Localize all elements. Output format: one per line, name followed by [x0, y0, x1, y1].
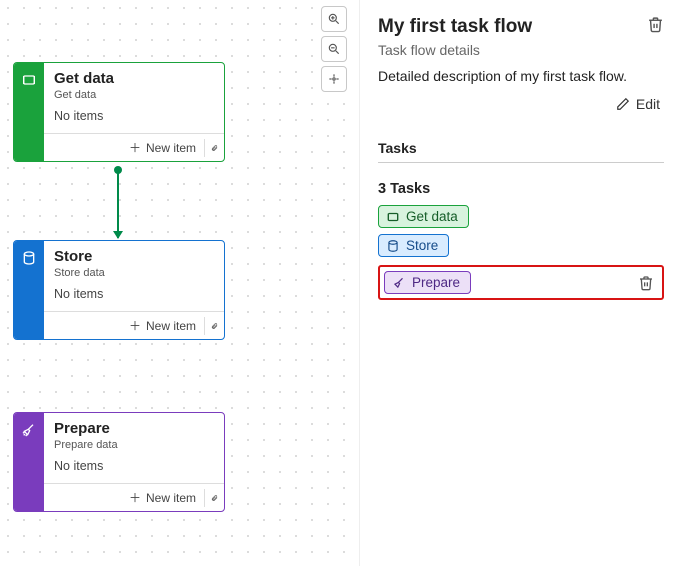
zoom-controls [321, 6, 347, 92]
flow-connector [117, 170, 119, 238]
new-item-label: New item [146, 141, 196, 155]
page-subtitle: Task flow details [378, 42, 532, 58]
flow-canvas[interactable]: Get data Get data No items ＋ New item [0, 0, 360, 566]
new-item-label: New item [146, 491, 196, 505]
broom-icon [391, 275, 406, 290]
zoom-in-icon [327, 12, 341, 26]
task-row-selected: Prepare [378, 265, 664, 300]
flow-description: Detailed description of my first task fl… [378, 68, 664, 84]
delete-flow-button[interactable] [647, 16, 664, 33]
node-empty-text: No items [54, 459, 214, 473]
attach-button[interactable] [204, 317, 218, 335]
task-pill-prepare[interactable]: Prepare [384, 271, 471, 294]
zoom-out-button[interactable] [321, 36, 347, 62]
paperclip-icon [211, 491, 218, 505]
new-item-label: New item [146, 319, 196, 333]
details-panel: My first task flow Task flow details Det… [360, 0, 678, 566]
flow-node-get-data[interactable]: Get data Get data No items ＋ New item [13, 62, 225, 162]
zoom-in-button[interactable] [321, 6, 347, 32]
plus-icon: ＋ [129, 139, 141, 156]
scroll-icon [20, 71, 38, 89]
node-title: Store [54, 248, 214, 265]
task-list: Get data Store Prepare [378, 205, 664, 300]
page-title: My first task flow [378, 16, 532, 38]
plus-icon: ＋ [129, 489, 141, 506]
node-empty-text: No items [54, 109, 214, 123]
new-item-button[interactable]: ＋ New item [125, 487, 200, 508]
task-pill-label: Prepare [412, 275, 460, 290]
plus-icon: ＋ [129, 317, 141, 334]
task-pill-label: Store [406, 238, 438, 253]
trash-icon [647, 16, 664, 33]
database-icon [20, 249, 38, 267]
node-subtitle: Get data [54, 89, 214, 101]
new-item-button[interactable]: ＋ New item [125, 315, 200, 336]
pencil-icon [616, 97, 630, 111]
zoom-fit-button[interactable] [321, 66, 347, 92]
task-pill-get-data[interactable]: Get data [378, 205, 469, 228]
node-title: Get data [54, 70, 214, 87]
task-pill-store[interactable]: Store [378, 234, 449, 257]
paperclip-icon [211, 319, 218, 333]
node-empty-text: No items [54, 287, 214, 301]
trash-icon [638, 275, 654, 291]
node-subtitle: Prepare data [54, 439, 214, 451]
database-icon [385, 238, 400, 253]
edit-button[interactable]: Edit [612, 94, 664, 114]
paperclip-icon [211, 141, 218, 155]
new-item-button[interactable]: ＋ New item [125, 137, 200, 158]
attach-button[interactable] [204, 489, 218, 507]
flow-node-prepare[interactable]: Prepare Prepare data No items ＋ New item [13, 412, 225, 512]
scroll-icon [385, 209, 400, 224]
zoom-fit-icon [327, 72, 341, 86]
delete-task-button[interactable] [638, 275, 654, 291]
node-accent [14, 413, 44, 511]
node-accent [14, 63, 44, 161]
node-accent [14, 241, 44, 339]
broom-icon [20, 421, 38, 439]
node-subtitle: Store data [54, 267, 214, 279]
zoom-out-icon [327, 42, 341, 56]
tasks-section-label: Tasks [378, 140, 664, 163]
node-title: Prepare [54, 420, 214, 437]
edit-label: Edit [636, 96, 660, 112]
tasks-count: 3 Tasks [378, 181, 664, 197]
attach-button[interactable] [204, 139, 218, 157]
task-pill-label: Get data [406, 209, 458, 224]
flow-node-store[interactable]: Store Store data No items ＋ New item [13, 240, 225, 340]
